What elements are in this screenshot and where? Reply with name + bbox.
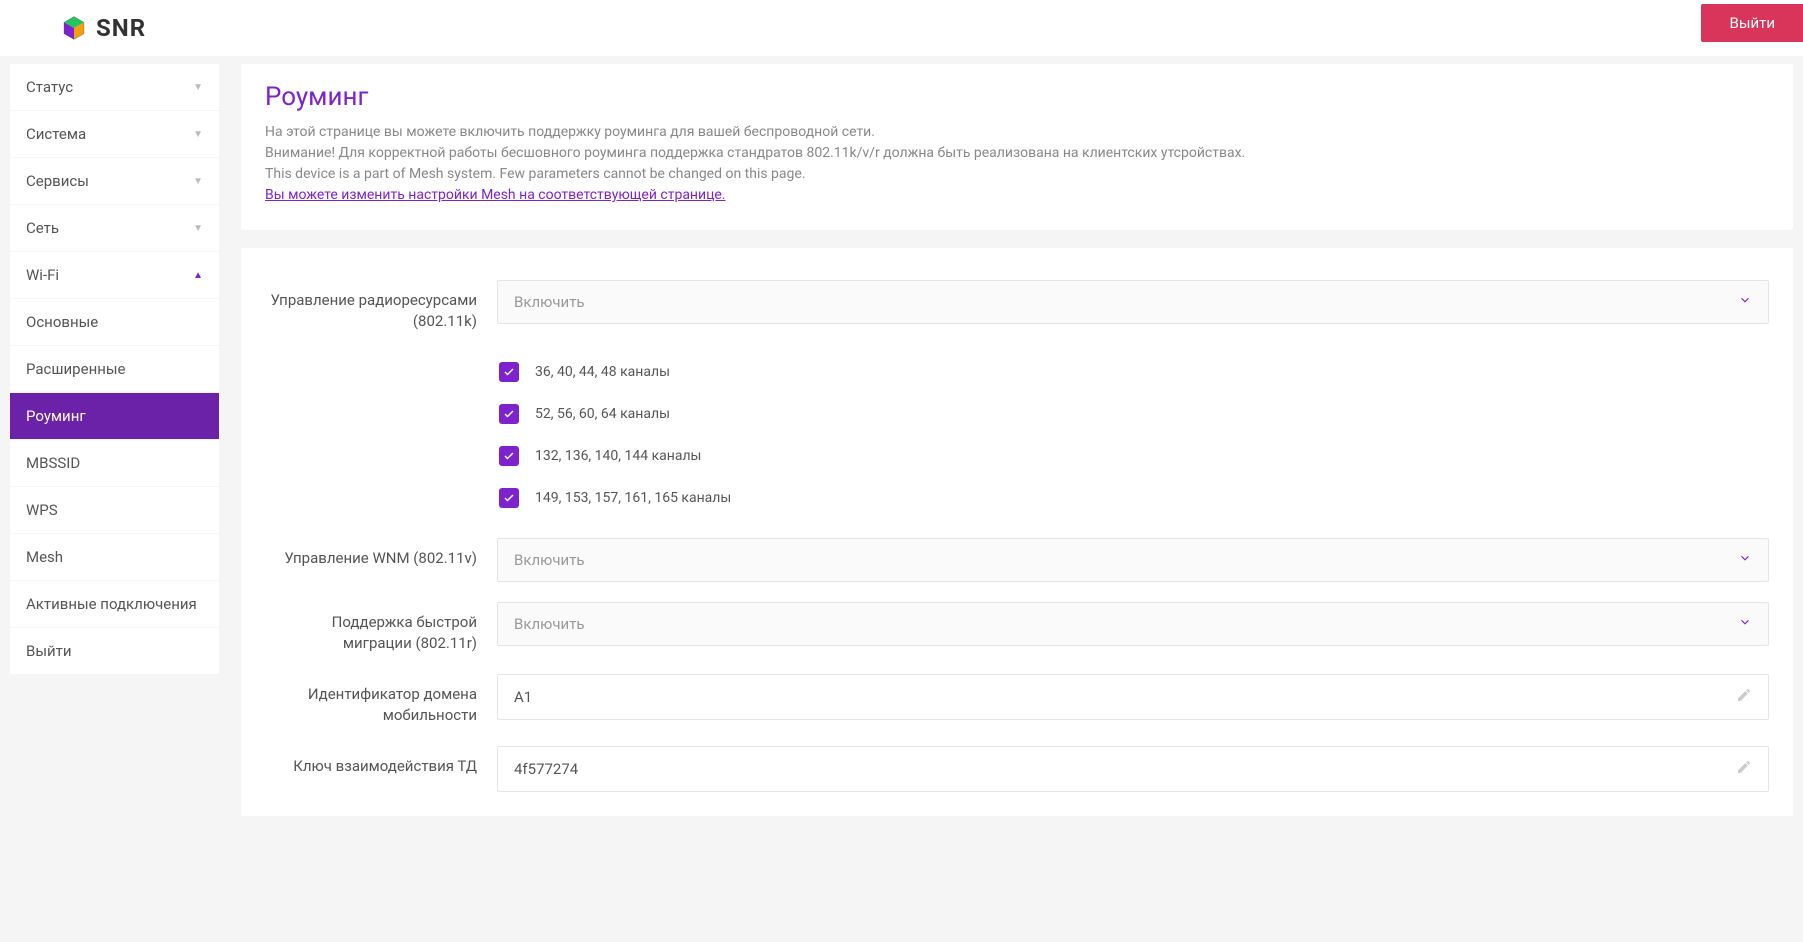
sidebar-label: Выйти — [26, 642, 72, 660]
sidebar-item-mbssid[interactable]: MBSSID — [10, 440, 219, 486]
checkbox-label: 149, 153, 157, 161, 165 каналы — [535, 490, 731, 506]
checkbox[interactable] — [499, 488, 519, 508]
sidebar-item-wifi[interactable]: Wi-Fi ▲ — [10, 252, 219, 298]
desc-line: Внимание! Для корректной работы бесшовно… — [265, 143, 1769, 164]
sidebar-item-active-connections[interactable]: Активные подключения — [10, 581, 219, 627]
wnm-label: Управление WNM (802.11v) — [265, 538, 497, 569]
checkbox-label: 52, 56, 60, 64 каналы — [535, 406, 670, 422]
chevron-down-icon: ▼ — [193, 223, 203, 234]
ft-select[interactable]: Включить — [497, 602, 1769, 646]
checkbox[interactable] — [499, 404, 519, 424]
wnm-select[interactable]: Включить — [497, 538, 1769, 582]
desc-line: This device is a part of Mesh system. Fe… — [265, 164, 1769, 185]
select-value: Включить — [514, 293, 585, 311]
domain-label: Идентификатор домена мобильности — [265, 674, 497, 726]
sidebar-label: Статус — [26, 78, 73, 96]
sidebar-item-advanced[interactable]: Расширенные — [10, 346, 219, 392]
sidebar: Статус ▼ Система ▼ Сервисы ▼ Сеть ▼ Wi-Fi ▲ О… — [10, 64, 219, 834]
channel-checkbox-item: 132, 136, 140, 144 каналы — [497, 446, 1769, 466]
sidebar-label: Wi-Fi — [26, 266, 59, 284]
sidebar-label: Роуминг — [26, 407, 86, 425]
sidebar-label: Система — [26, 125, 86, 143]
chevron-down-icon — [1738, 293, 1752, 311]
sidebar-item-basic[interactable]: Основные — [10, 299, 219, 345]
sidebar-label: Сеть — [26, 219, 59, 237]
page-title: Роуминг — [265, 82, 1769, 112]
sidebar-label: WPS — [26, 501, 58, 519]
chevron-down-icon: ▼ — [193, 129, 203, 140]
select-value: Включить — [514, 551, 585, 569]
ft-label: Поддержка быстрой миграции (802.11r) — [265, 602, 497, 654]
select-value: Включить — [514, 615, 585, 633]
channel-checkbox-item: 36, 40, 44, 48 каналы — [497, 362, 1769, 382]
sidebar-label: Mesh — [26, 548, 63, 566]
chevron-down-icon: ▼ — [193, 82, 203, 93]
rrm-label: Управление радиоресурсами (802.11k) — [265, 280, 497, 332]
sidebar-label: Сервисы — [26, 172, 89, 190]
sidebar-item-network[interactable]: Сеть ▼ — [10, 205, 219, 251]
logo-icon — [60, 14, 88, 42]
checkbox[interactable] — [499, 362, 519, 382]
checkbox-label: 36, 40, 44, 48 каналы — [535, 364, 670, 380]
sidebar-item-services[interactable]: Сервисы ▼ — [10, 158, 219, 204]
sidebar-label: Расширенные — [26, 360, 125, 378]
input-value: 4f577274 — [514, 760, 578, 778]
page-description: На этой странице вы можете включить подд… — [265, 122, 1769, 206]
sidebar-label: MBSSID — [26, 454, 80, 472]
channel-checkbox-item: 52, 56, 60, 64 каналы — [497, 404, 1769, 424]
chevron-down-icon: ▼ — [193, 176, 203, 187]
desc-line: На этой странице вы можете включить подд… — [265, 122, 1769, 143]
chevron-up-icon: ▲ — [193, 270, 203, 281]
brand-text: SNR — [96, 14, 146, 42]
main-content: Роуминг На этой странице вы можете включ… — [241, 64, 1793, 834]
checkbox[interactable] — [499, 446, 519, 466]
channel-checkbox-list: 36, 40, 44, 48 каналы 52, 56, 60, 64 кан… — [497, 352, 1769, 508]
key-label: Ключ взаимодействия ТД — [265, 746, 497, 777]
header: SNR Выйти — [0, 0, 1803, 56]
sidebar-item-logout[interactable]: Выйти — [10, 628, 219, 674]
mesh-settings-link[interactable]: Вы можете изменить настройки Mesh на соо… — [265, 187, 726, 203]
channel-checkbox-item: 149, 153, 157, 161, 165 каналы — [497, 488, 1769, 508]
form-card: Управление радиоресурсами (802.11k) Вклю… — [241, 248, 1793, 816]
sidebar-label: Основные — [26, 313, 98, 331]
sidebar-item-system[interactable]: Система ▼ — [10, 111, 219, 157]
input-value: A1 — [514, 688, 532, 706]
title-card: Роуминг На этой странице вы можете включ… — [241, 64, 1793, 230]
sidebar-item-status[interactable]: Статус ▼ — [10, 64, 219, 110]
rrm-select[interactable]: Включить — [497, 280, 1769, 324]
edit-icon[interactable] — [1736, 687, 1752, 707]
sidebar-item-mesh[interactable]: Mesh — [10, 534, 219, 580]
sidebar-item-wps[interactable]: WPS — [10, 487, 219, 533]
sidebar-label: Активные подключения — [26, 595, 197, 613]
key-input[interactable]: 4f577274 — [497, 746, 1769, 792]
sidebar-item-roaming[interactable]: Роуминг — [10, 393, 219, 439]
chevron-down-icon — [1738, 615, 1752, 633]
logout-button[interactable]: Выйти — [1701, 4, 1803, 42]
edit-icon[interactable] — [1736, 759, 1752, 779]
domain-input[interactable]: A1 — [497, 674, 1769, 720]
chevron-down-icon — [1738, 551, 1752, 569]
brand-logo: SNR — [60, 14, 146, 42]
checkbox-label: 132, 136, 140, 144 каналы — [535, 448, 701, 464]
